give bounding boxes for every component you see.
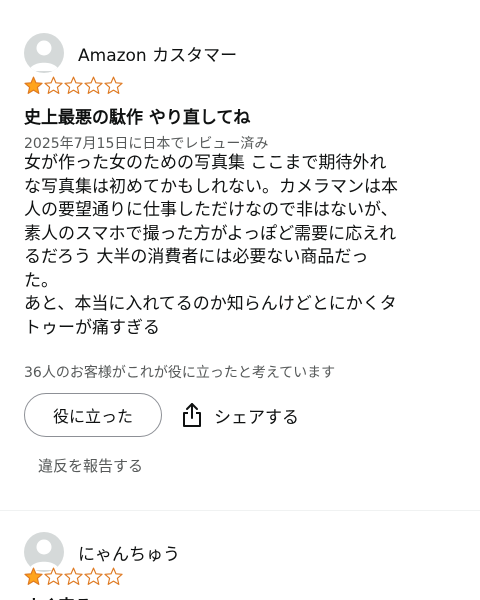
star-empty-icon: [104, 567, 123, 585]
divider: [0, 510, 480, 511]
star-empty-icon: [64, 76, 83, 94]
avatar: [24, 33, 64, 73]
review-date: 2025年7月15日に日本でレビュー済み: [24, 136, 269, 152]
reviewer-profile[interactable]: Amazon カスタマー: [24, 33, 237, 73]
reviewer-name: にゃんちゅう: [78, 544, 180, 565]
review-body-line: 素人のスマホで撮った方がよっぽど需要に応えれ: [24, 223, 397, 244]
review-body-line: た。: [24, 270, 58, 291]
star-empty-icon: [84, 76, 103, 94]
helpful-button[interactable]: 役に立った: [24, 393, 162, 437]
star-empty-icon: [104, 76, 123, 94]
star-rating: [24, 76, 124, 95]
review-title[interactable]: 史上最悪の駄作 やり直してね: [24, 103, 250, 128]
review-body-line: 女が作った女のための写真集 ここまで期待外れ: [24, 153, 387, 173]
review-body: 女が作った女のための写真集 ここまで期待外れ な写真集は初めてかもしれない。カメ…: [24, 152, 460, 340]
default-user-icon: [29, 40, 59, 71]
star-filled-icon: [24, 76, 43, 94]
reviewer-profile[interactable]: にゃんちゅう: [24, 532, 180, 572]
share-label: シェアする: [214, 407, 299, 428]
star-rating: [24, 567, 124, 586]
star-empty-icon: [44, 76, 63, 94]
helpful-count: 36人のお客様がこれが役に立ったと考えています: [24, 365, 336, 381]
review-title[interactable]: すぐ来る: [24, 592, 92, 600]
reviewer-name: Amazon カスタマー: [78, 45, 238, 66]
review-card: にゃんちゅう すぐ来る: [0, 512, 480, 600]
star-filled-icon: [24, 567, 43, 585]
review-body-line: あと、本当に入れてるのか知らんけどとにかくタ: [24, 294, 397, 314]
star-empty-icon: [64, 567, 83, 585]
review-body-line: るだろう 大半の消費者には必要ない商品だっ: [24, 247, 369, 267]
avatar: [24, 532, 64, 572]
star-empty-icon: [44, 567, 63, 585]
star-empty-icon: [84, 567, 103, 585]
share-button[interactable]: シェアする: [180, 398, 299, 432]
review-body-line: トゥーが痛すぎる: [24, 317, 160, 338]
review-body-line: 人の要望通りに仕事しただけなので非はないが、: [24, 200, 398, 220]
review-card: Amazon カスタマー 史上最悪の駄作 やり直してね 2025年7月15日に日…: [0, 0, 480, 510]
review-body-line: な写真集は初めてかもしれない。カメラマンは本: [24, 176, 398, 197]
share-icon: [183, 403, 201, 427]
default-user-icon: [29, 539, 59, 570]
report-abuse-link[interactable]: 違反を報告する: [38, 455, 143, 476]
